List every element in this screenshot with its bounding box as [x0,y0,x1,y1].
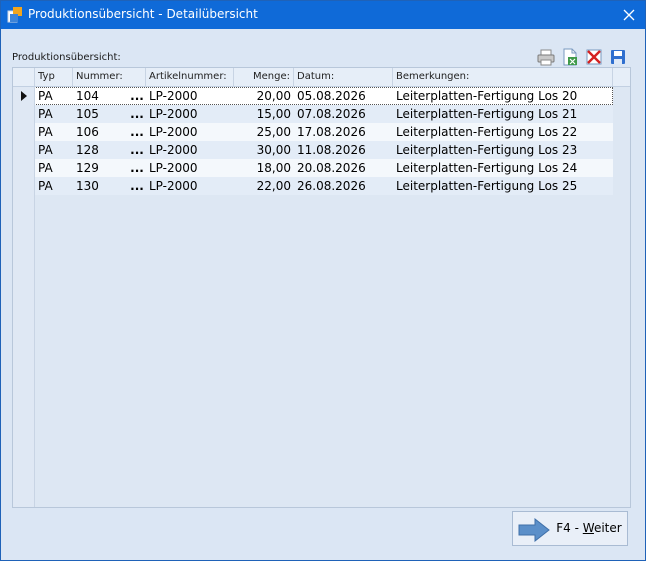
lookup-button[interactable]: ... [128,159,146,177]
cell-menge: 22,00 [256,179,291,193]
delete-button[interactable] [584,47,604,67]
current-row-arrow-icon [20,91,27,101]
cell-menge: 25,00 [256,125,291,139]
row-indicator [13,123,35,141]
close-button[interactable] [613,1,645,29]
detail-window: Produktionsübersicht - Detailübersicht P… [0,0,646,561]
cell-bemerkung: Leiterplatten-Fertigung Los 21 [396,107,578,121]
table-row[interactable]: PA 105 ... LP-2000 15,00 07.08.2026 Leit… [13,105,613,123]
cell-datum: 26.08.2026 [297,179,366,193]
header-datum[interactable]: Datum: [294,68,393,86]
next-button[interactable]: F4 - Weiter [512,511,628,546]
grid-header: Typ Nummer: Artikelnummer: Menge: Datum:… [13,68,630,87]
table-row[interactable]: PA 130 ... LP-2000 22,00 26.08.2026 Leit… [13,177,613,195]
table-row[interactable]: PA 104 ... LP-2000 20,00 05.08.2026 Leit… [13,87,613,105]
cell-bemerkung: Leiterplatten-Fertigung Los 24 [396,161,578,175]
cell-nummer[interactable]: 105 [73,105,128,123]
cell-datum: 20.08.2026 [297,161,366,175]
cell-datum: 11.08.2026 [297,143,366,157]
cell-typ: PA [38,161,53,175]
title-bar: Produktionsübersicht - Detailübersicht [1,1,645,29]
export-button[interactable] [560,47,580,67]
row-indicator [13,141,35,159]
cell-typ: PA [38,179,53,193]
printer-icon [537,49,555,66]
cell-typ: PA [38,125,53,139]
cell-bemerkung: Leiterplatten-Fertigung Los 20 [396,89,578,103]
row-indicator [13,105,35,123]
cell-menge: 15,00 [256,107,291,121]
indicator-column [13,195,35,507]
header-nummer[interactable]: Nummer: [73,68,146,86]
table-row[interactable]: PA 106 ... LP-2000 25,00 17.08.2026 Leit… [13,123,613,141]
cell-bemerkung: Leiterplatten-Fertigung Los 23 [396,143,578,157]
cell-menge: 20,00 [256,89,291,103]
table-row[interactable]: PA 128 ... LP-2000 30,00 11.08.2026 Leit… [13,141,613,159]
cell-artikelnummer: LP-2000 [149,89,198,103]
print-button[interactable] [536,47,556,67]
cell-bemerkung: Leiterplatten-Fertigung Los 22 [396,125,578,139]
window-title: Produktionsübersicht - Detailübersicht [28,7,258,21]
cell-menge: 30,00 [256,143,291,157]
cell-typ: PA [38,89,53,103]
export-document-icon [563,48,577,66]
section-label: Produktionsübersicht: [12,52,121,63]
cell-datum: 05.08.2026 [297,89,366,103]
arrow-right-icon [518,518,550,542]
cell-artikelnummer: LP-2000 [149,107,198,121]
lookup-button[interactable]: ... [128,87,146,105]
lookup-button[interactable]: ... [128,105,146,123]
app-icon [7,7,22,23]
production-grid[interactable]: Typ Nummer: Artikelnummer: Menge: Datum:… [12,67,631,508]
row-indicator [13,177,35,195]
cell-nummer[interactable]: 130 [73,177,128,195]
cell-datum: 07.08.2026 [297,107,366,121]
table-row[interactable]: PA 129 ... LP-2000 18,00 20.08.2026 Leit… [13,159,613,177]
lookup-button[interactable]: ... [128,141,146,159]
cell-nummer[interactable]: 128 [73,141,128,159]
save-button[interactable] [608,47,628,67]
header-indicator [13,68,35,86]
cell-artikelnummer: LP-2000 [149,125,198,139]
cell-typ: PA [38,107,53,121]
header-artikelnummer[interactable]: Artikelnummer: [146,68,234,86]
cell-artikelnummer: LP-2000 [149,179,198,193]
header-bemerkungen[interactable]: Bemerkungen: [393,68,613,86]
cell-nummer[interactable]: 104 [73,87,128,105]
cell-datum: 17.08.2026 [297,125,366,139]
header-typ[interactable]: Typ [35,68,73,86]
header-menge[interactable]: Menge: [234,68,294,86]
row-indicator [13,159,35,177]
lookup-button[interactable]: ... [128,123,146,141]
save-icon [611,50,625,64]
lookup-button[interactable]: ... [128,177,146,195]
cell-typ: PA [38,143,53,157]
cell-menge: 18,00 [256,161,291,175]
close-icon [623,9,635,21]
cell-nummer[interactable]: 106 [73,123,128,141]
delete-icon [586,49,602,65]
cell-artikelnummer: LP-2000 [149,143,198,157]
next-button-label: F4 - Weiter [556,521,622,535]
cell-artikelnummer: LP-2000 [149,161,198,175]
row-indicator [13,87,35,105]
cell-nummer[interactable]: 129 [73,159,128,177]
cell-bemerkung: Leiterplatten-Fertigung Los 25 [396,179,578,193]
